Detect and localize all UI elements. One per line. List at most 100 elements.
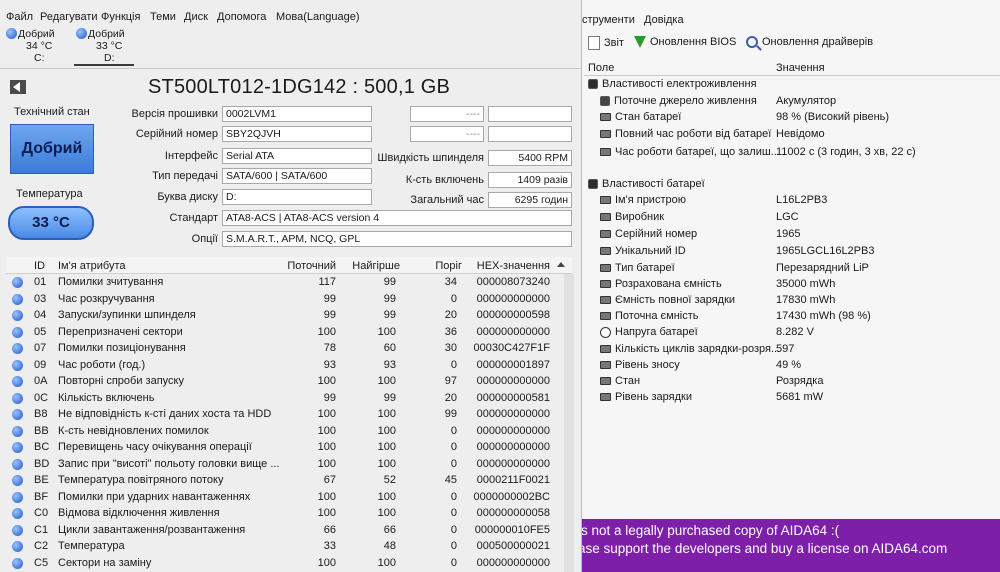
property-row[interactable]: Ємність повної зарядки 17830 mWh xyxy=(560,293,1000,309)
table-row[interactable]: C2 Температура 33 48 0 000500000021 xyxy=(6,538,564,555)
battery-icon xyxy=(600,213,611,221)
attr-raw: 000000000581 xyxy=(476,391,550,404)
menu-themes[interactable]: Теми xyxy=(150,11,176,23)
menu-language[interactable]: Мова(Language) xyxy=(276,11,360,23)
scroll-up-icon[interactable] xyxy=(556,260,566,270)
property-row[interactable]: Стан батареї 98 % (Високий рівень) xyxy=(560,110,1000,126)
power-on-count-label: К-сть включень xyxy=(405,174,484,186)
attribute-scrollbar[interactable] xyxy=(564,274,574,572)
property-row[interactable]: Поточне джерело живлення Акумулятор xyxy=(560,94,1000,110)
attr-id: C0 xyxy=(34,507,49,519)
col-value[interactable]: Значення xyxy=(776,62,825,74)
property-row[interactable]: Тип батареї Перезарядний LiP xyxy=(560,261,1000,277)
menu-disk[interactable]: Диск xyxy=(184,11,208,23)
menu-tools[interactable]: струменти xyxy=(582,14,635,26)
group-battery-properties[interactable]: Властивості батареї xyxy=(560,177,1000,193)
property-row[interactable]: Рівень зарядки 5681 mW xyxy=(560,390,1000,406)
table-row[interactable]: 0A Повторні спроби запуску 100 100 97 0000000… xyxy=(6,373,564,390)
attr-worst: 52 xyxy=(383,474,396,486)
health-status-button[interactable]: Добрий xyxy=(10,124,94,174)
col-id[interactable]: ID xyxy=(34,260,45,272)
attr-worst: 100 xyxy=(377,490,396,503)
property-row[interactable]: Виробник LGC xyxy=(560,210,1000,226)
menu-file[interactable]: Файл xyxy=(6,11,33,23)
property-row[interactable]: Час роботи батареї, що залиш... 11002 с … xyxy=(560,145,1000,161)
disk-tab-d[interactable]: Добрий 33 °C D: xyxy=(74,26,134,66)
property-row[interactable]: Поточна ємність 17430 mWh (98 %) xyxy=(560,309,1000,325)
table-row[interactable]: C5 Сектори на заміну 100 100 0 000000000000 xyxy=(6,555,564,572)
disk-tab-c[interactable]: Добрий 34 °C C: xyxy=(4,26,64,66)
property-row[interactable]: Стан Розрядка xyxy=(560,374,1000,390)
attr-threshold: 0 xyxy=(450,523,457,536)
interface-field: Serial ATA xyxy=(222,148,372,164)
table-row[interactable]: B8 Не відповідність к-сті даних хоста та … xyxy=(6,406,564,423)
attr-threshold: 97 xyxy=(444,375,457,387)
status-dot xyxy=(12,277,23,288)
table-row[interactable]: 05 Перепризначені сектори 100 100 36 00000000… xyxy=(6,324,564,341)
col-current[interactable]: Поточний xyxy=(287,260,336,272)
attr-name: К-сть невідновлених помилок xyxy=(58,424,209,437)
property-row[interactable]: Розрахована ємність 35000 mWh xyxy=(560,277,1000,293)
license-banner[interactable]: is not a legally purchased copy of AIDA6… xyxy=(560,519,1000,572)
table-row[interactable]: BE Температура повітряного потоку 67 52 45 00… xyxy=(6,472,564,489)
attr-id: BE xyxy=(34,474,49,486)
property-row[interactable]: Рівень зносу 49 % xyxy=(560,358,1000,374)
report-button[interactable]: Звіт xyxy=(588,36,624,50)
attribute-table-header: ID Ім'я атрибута Поточний Найгірше Поріг… xyxy=(6,257,572,274)
property-name: Час роботи батареї, що залиш... xyxy=(615,146,780,158)
crystaldiskinfo-window: Файл Редагувати Функція Теми Диск Допомо… xyxy=(0,0,582,572)
status-dot xyxy=(12,392,23,404)
property-row[interactable]: Напруга батареї 8.282 V xyxy=(560,325,1000,341)
menu-help[interactable]: Довідка xyxy=(644,14,684,26)
bios-update-button[interactable]: Оновлення BIOS xyxy=(634,36,736,48)
table-row[interactable]: C1 Цикли завантаження/розвантаження 66 66 0 0… xyxy=(6,522,564,539)
property-row[interactable]: Унікальний ID 1965LGCL16L2PB3 xyxy=(560,244,1000,260)
status-dot xyxy=(12,491,23,503)
driver-update-button[interactable]: Оновлення драйверів xyxy=(746,36,873,48)
table-row[interactable]: 03 Час розкручування 99 99 0 000000000000 xyxy=(6,291,564,308)
menu-function[interactable]: Функція xyxy=(101,11,140,23)
status-dot xyxy=(12,425,23,437)
table-row[interactable]: BD Запис при "висоті" польоту головки вищ… xyxy=(6,456,564,473)
table-row[interactable]: 04 Запуски/зупинки шпинделя 99 99 20 00000000… xyxy=(6,307,564,324)
table-row[interactable]: BF Помилки при ударних навантаженнях 100 10… xyxy=(6,489,564,506)
col-worst[interactable]: Найгірше xyxy=(352,260,400,272)
table-row[interactable]: 07 Помилки позиціонування 78 60 30 00030C427F… xyxy=(6,340,564,357)
property-value: L16L2PB3 xyxy=(776,194,828,206)
property-row[interactable]: Серійний номер 1965 xyxy=(560,227,1000,243)
attr-name: Помилки позиціонування xyxy=(58,342,186,354)
group-power-properties[interactable]: Властивості електроживлення xyxy=(560,77,1000,93)
attr-worst: 100 xyxy=(377,424,396,437)
table-row[interactable]: BC Перевищень часу очікування операції 100… xyxy=(6,439,564,456)
col-raw[interactable]: HEX-значення xyxy=(477,260,550,272)
attr-name: Запуски/зупинки шпинделя xyxy=(58,309,196,321)
previous-disk-button[interactable] xyxy=(10,80,26,94)
attr-name: Температура повітряного потоку xyxy=(58,474,224,486)
attr-worst: 60 xyxy=(383,342,396,354)
property-row[interactable]: Кількість циклів зарядки-розря... 597 xyxy=(560,342,1000,358)
col-name[interactable]: Ім'я атрибута xyxy=(58,260,126,272)
attr-name: Кількість включень xyxy=(58,391,155,404)
attr-worst: 100 xyxy=(377,325,396,338)
table-row[interactable]: 09 Час роботи (год.) 93 93 0 000000001897 xyxy=(6,357,564,374)
table-row[interactable]: BB К-сть невідновлених помилок 100 100 0 0000… xyxy=(6,423,564,440)
attr-current: 100 xyxy=(317,441,336,453)
menu-edit[interactable]: Редагувати xyxy=(40,11,98,23)
property-row[interactable]: Повний час роботи від батареї Невідомо xyxy=(560,127,1000,143)
col-threshold[interactable]: Поріг xyxy=(435,260,462,272)
table-row[interactable]: C0 Відмова відключення живлення 100 100 0 000… xyxy=(6,505,564,522)
table-row[interactable]: 0C Кількість включень 99 99 20 000000000581 xyxy=(6,390,564,407)
battery-icon xyxy=(600,247,611,255)
battery-icon xyxy=(600,296,611,304)
table-row[interactable]: 01 Помилки зчитування 117 99 34 000008073240 xyxy=(6,274,564,291)
attr-name: Помилки при ударних навантаженнях xyxy=(58,490,251,503)
attr-raw: 000000010FE5 xyxy=(474,523,550,536)
col-field[interactable]: Поле xyxy=(588,62,614,74)
property-row[interactable]: Ім'я пристрою L16L2PB3 xyxy=(560,193,1000,209)
standard-field: ATA8-ACS | ATA8-ACS version 4 xyxy=(222,210,572,226)
property-value: 98 % (Високий рівень) xyxy=(776,111,890,123)
attr-current: 93 xyxy=(323,358,336,371)
menu-help[interactable]: Допомога xyxy=(217,11,266,23)
property-value: 1965LGCL16L2PB3 xyxy=(776,245,875,257)
attr-current: 117 xyxy=(318,276,336,288)
